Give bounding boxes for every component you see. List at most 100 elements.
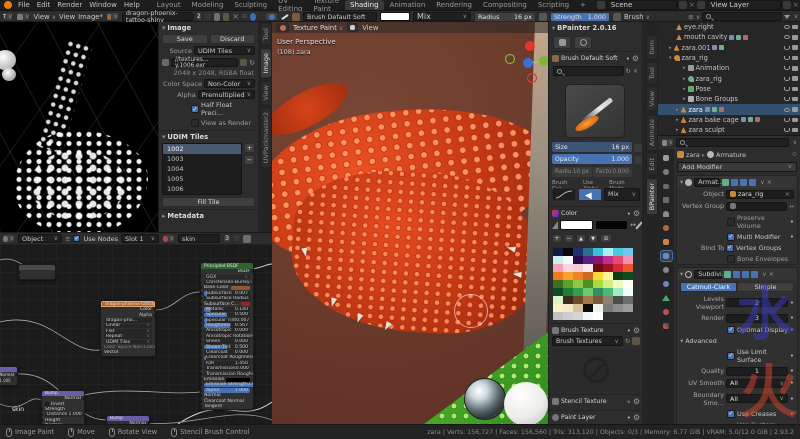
palette-swatch[interactable] (623, 248, 633, 256)
gear-icon[interactable]: ⚙ (633, 326, 640, 335)
palette-swatch[interactable] (593, 312, 603, 320)
viewport-tab-tool[interactable]: Tool (646, 62, 658, 85)
outliner-item-Animation[interactable]: ▸Animation (658, 63, 800, 73)
closed-eye-icon[interactable] (784, 128, 790, 132)
palette-move-up-button[interactable]: ▲ (576, 234, 586, 243)
alpha-dropdown[interactable]: Premultiplied∨ (198, 90, 255, 99)
camera-icon[interactable] (792, 25, 798, 30)
close-icon[interactable]: × (769, 270, 774, 278)
palette-swatch[interactable] (553, 264, 563, 272)
mode-icon[interactable] (276, 23, 289, 32)
half-float-checkbox[interactable]: ✓ (191, 105, 199, 113)
expand-icon[interactable]: ▾ (680, 270, 683, 278)
brush-datablock-icon[interactable] (292, 13, 300, 21)
camera-icon[interactable] (792, 118, 798, 123)
gear-icon[interactable]: ⚙ (632, 54, 639, 63)
palette-swatch[interactable] (603, 288, 613, 296)
camera-icon[interactable] (792, 97, 798, 102)
menu-edit[interactable]: Edit (37, 1, 51, 9)
camera-icon[interactable] (792, 66, 798, 71)
palette-swatch[interactable] (603, 280, 613, 288)
image-users-count[interactable]: 2 (196, 12, 202, 21)
palette-swatch[interactable] (573, 288, 583, 296)
strength-slider[interactable]: Strength1.000 (550, 12, 610, 22)
material-users-count[interactable]: 3 (223, 234, 231, 243)
simple-button[interactable]: Simple (737, 282, 794, 292)
eye-icon[interactable] (784, 25, 790, 29)
tab-output[interactable] (661, 181, 672, 191)
outliner-item-zara-bake-cage[interactable]: ▸zara bake cage (658, 115, 800, 125)
closed-eye-icon[interactable] (784, 118, 790, 122)
remove-tile-button[interactable]: − (244, 155, 255, 165)
outliner-item-Pose[interactable]: ▸Pose (658, 84, 800, 94)
toggle-edit-mode-icon[interactable] (724, 271, 731, 278)
outliner-item-zara[interactable]: ▸zara (658, 104, 800, 114)
closed-eye-icon[interactable] (784, 66, 790, 70)
color-swatch[interactable] (231, 286, 250, 290)
paint-layer-header[interactable]: Paint Layer•⚙ (549, 410, 642, 424)
jitter-factor-slider[interactable]: Facto0.800 (593, 167, 632, 177)
folder-icon[interactable] (632, 337, 640, 345)
workspace-tab-shading[interactable]: Shading (345, 0, 383, 10)
outliner-item-zara_rig[interactable]: ▸zara_rig (658, 73, 800, 83)
closed-eye-icon[interactable] (784, 77, 790, 81)
view-as-render-checkbox[interactable] (191, 119, 199, 127)
palette-swatch[interactable] (593, 280, 603, 288)
tab-world[interactable] (661, 223, 672, 233)
multi-modifier-checkbox[interactable]: ✓ (727, 233, 735, 241)
palette-swatch[interactable] (583, 304, 593, 312)
palette-swatch[interactable] (603, 272, 613, 280)
closed-eye-icon[interactable] (784, 87, 790, 91)
udim-tile-1005[interactable]: 1005 (163, 174, 241, 184)
toggle-edit-mode-icon[interactable] (722, 179, 729, 186)
closed-eye-icon[interactable] (784, 46, 790, 50)
brush-mode-dropdown[interactable]: Mix∨ (604, 188, 640, 201)
mode-selector[interactable]: Texture Paint∨ (293, 24, 343, 32)
side-tab-tool[interactable]: Tool (260, 23, 272, 46)
palette-swatch[interactable] (623, 296, 633, 304)
open-file-icon[interactable] (240, 59, 247, 66)
brush-search-input[interactable] (553, 66, 624, 76)
mode-dropdown[interactable]: View∨ (33, 13, 56, 21)
breadcrumb-object[interactable]: zara (686, 151, 700, 159)
colorspace-dropdown[interactable]: Non-Color∨ (204, 79, 255, 88)
palette-swatch[interactable] (583, 288, 593, 296)
expand-icon[interactable]: ▸ (676, 117, 679, 123)
expand-icon[interactable]: ▸ (676, 127, 679, 133)
palette-swatch[interactable] (613, 296, 623, 304)
optimal-display-checkbox[interactable]: ✓ (727, 326, 735, 334)
expand-icon[interactable]: ▾ (669, 55, 672, 61)
close-icon[interactable]: × (767, 178, 772, 186)
expand-icon[interactable]: ▸ (683, 86, 686, 92)
render-slot-icon[interactable] (250, 13, 256, 21)
palette-swatch[interactable] (563, 288, 573, 296)
palette-remove-button[interactable]: − (564, 234, 574, 243)
outliner-item-Bone-Groups[interactable]: ▸Bone Groups (658, 94, 800, 104)
toggle-render-icon[interactable] (751, 271, 758, 278)
active-tool-icon[interactable] (265, 12, 278, 21)
layer-mode-button[interactable] (553, 36, 571, 49)
outliner-item-zara-sculpt[interactable]: ▸zara sculpt (658, 125, 800, 135)
palette-swatch[interactable] (563, 280, 573, 288)
toggle-realtime-icon[interactable] (731, 179, 738, 186)
workspace-tab-animation[interactable]: Animation (385, 0, 431, 10)
camera-icon[interactable] (792, 35, 798, 40)
gear-icon[interactable]: ⚙ (633, 397, 640, 406)
palette-swatch[interactable] (573, 280, 583, 288)
opacity-pressure-icon[interactable] (634, 156, 642, 164)
image-name-field[interactable]: dragon-phoenix-tattoo-shiny (122, 12, 193, 21)
palette-swatch[interactable] (563, 264, 573, 272)
use-creases-checkbox[interactable]: ✓ (727, 410, 735, 418)
brush-popover[interactable]: Brush∨ (624, 13, 650, 21)
eyedropper-icon[interactable] (635, 221, 642, 229)
pin-icon[interactable]: ⊙ (792, 151, 797, 158)
camera-icon[interactable] (792, 107, 798, 112)
workspace-tab-+[interactable]: + (575, 0, 591, 10)
bump-node[interactable]: Bump NormalInvertStrengthDistance 1.000H… (41, 390, 85, 424)
filter-icon[interactable] (784, 15, 790, 19)
fill-tile-button[interactable]: Fill Tile (162, 197, 255, 207)
levels-viewport-field[interactable]: 2 (726, 298, 788, 307)
brush-name-field[interactable]: Brush Default Soft (303, 12, 377, 21)
menu-help[interactable]: Help (124, 1, 140, 9)
mask-mode-button[interactable] (574, 36, 592, 49)
